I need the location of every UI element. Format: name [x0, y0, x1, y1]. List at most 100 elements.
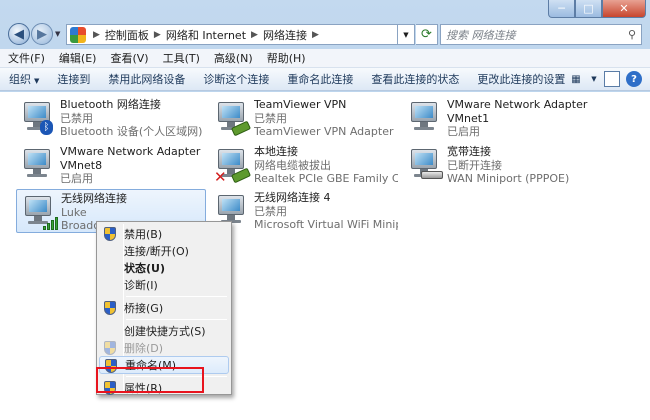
menu-bar: 文件(F) 编辑(E) 查看(V) 工具(T) 高级(N) 帮助(H)	[0, 49, 650, 68]
menu-item-diagnose[interactable]: 诊断(I)	[99, 276, 229, 294]
menu-item-connect-disconnect[interactable]: 连接/断开(O)	[99, 242, 229, 260]
diagnose-button[interactable]: 诊断这个连接	[194, 71, 278, 87]
breadcrumb-separator-icon[interactable]: ▶	[93, 30, 100, 40]
organize-label: 组织	[9, 73, 31, 86]
maximize-button[interactable]: □	[575, 0, 602, 18]
menu-item-label: 桥接(G)	[124, 302, 164, 315]
view-dropdown-icon[interactable]: ▼	[590, 71, 598, 87]
rename-connection-button[interactable]: 重命名此连接	[278, 71, 362, 87]
view-options-icon[interactable]: ▦	[568, 71, 584, 87]
menu-tools[interactable]: 工具(T)	[163, 50, 200, 66]
refresh-button[interactable]: ⟳	[416, 24, 438, 45]
menu-item-label: 删除(D)	[124, 342, 164, 355]
command-bar: 组织 ▼ 连接到 禁用此网络设备 诊断这个连接 重命名此连接 查看此连接的状态 更…	[0, 68, 650, 91]
connection-device: TeamViewer VPN Adapter	[254, 125, 394, 138]
connect-to-button[interactable]: 连接到	[48, 71, 99, 87]
menu-item-label: 状态(U)	[124, 262, 165, 275]
connection-status: 已禁用	[254, 111, 287, 125]
breadcrumb-network-connections[interactable]: 网络连接	[263, 27, 307, 43]
view-status-button[interactable]: 查看此连接的状态	[362, 71, 468, 87]
connection-status: 已禁用	[254, 204, 287, 218]
preview-pane-icon[interactable]	[604, 71, 620, 87]
connection-local[interactable]: ✕ 本地连接网络电缆被拔出Realtek PCIe GBE Family Con…	[210, 143, 400, 187]
search-icon[interactable]: ⚲	[628, 28, 636, 41]
connection-status: VMnet1	[447, 111, 490, 125]
connection-name: 本地连接	[254, 145, 298, 158]
menu-item-bridge[interactable]: 桥接(G)	[99, 299, 229, 317]
menu-help[interactable]: 帮助(H)	[267, 50, 306, 66]
connection-status: VMnet8	[60, 158, 103, 172]
menu-file[interactable]: 文件(F)	[8, 50, 45, 66]
breadcrumb-separator-icon[interactable]: ▶	[154, 30, 161, 40]
connection-device: WAN Miniport (PPPOE)	[447, 172, 570, 185]
menu-separator	[126, 296, 227, 297]
menu-separator	[126, 319, 227, 320]
control-panel-icon	[70, 26, 86, 43]
chevron-down-icon: ▼	[34, 77, 40, 85]
connection-device: Bluetooth 设备(个人区域网)	[60, 125, 203, 138]
connection-name: VMware Network Adapter	[60, 145, 201, 158]
connection-broadband[interactable]: 宽带连接 已断开连接 WAN Miniport (PPPOE)	[403, 143, 593, 187]
connection-bluetooth[interactable]: ᛒ Bluetooth 网络连接 已禁用 Bluetooth 设备(个人区域网)	[16, 96, 206, 140]
address-bar[interactable]: ▶ 控制面板 ▶ 网络和 Internet ▶ 网络连接 ▶	[66, 24, 398, 45]
wired-network-icon	[214, 100, 252, 137]
breadcrumb-network-internet[interactable]: 网络和 Internet	[166, 27, 246, 43]
connection-status: Luke	[61, 205, 87, 219]
connection-name: Bluetooth 网络连接	[60, 98, 161, 111]
window-controls: ─ □ ✕	[548, 0, 646, 19]
connection-status: 网络电缆被拔出	[254, 158, 331, 172]
connection-vmnet1[interactable]: VMware Network Adapter VMnet1 已启用	[403, 96, 593, 140]
connection-name: 无线网络连接 4	[254, 191, 331, 204]
menu-advanced[interactable]: 高级(N)	[214, 50, 253, 66]
menu-item-label: 创建快捷方式(S)	[124, 325, 206, 338]
connection-name: TeamViewer VPN	[254, 98, 347, 111]
connection-device: Realtek PCIe GBE Family Contr...	[254, 172, 398, 185]
menu-item-delete: 删除(D)	[99, 339, 229, 357]
connection-teamviewer[interactable]: TeamViewer VPN 已禁用 TeamViewer VPN Adapter	[210, 96, 400, 140]
search-input[interactable]: 搜索 网络连接 ⚲	[440, 24, 642, 45]
back-button[interactable]: ◀	[8, 23, 30, 45]
back-arrow-icon: ◀	[14, 26, 24, 42]
connection-status: 已断开连接	[447, 158, 502, 172]
view-controls: ▦ ▼ ?	[562, 71, 642, 87]
search-placeholder: 搜索 网络连接	[446, 28, 516, 42]
window-frame: ─ □ ✕ ◀ ▶ ▼ ▶ 控制面板 ▶ 网络和 Internet ▶ 网络连接…	[0, 0, 650, 420]
menu-item-disable[interactable]: 禁用(B)	[99, 225, 229, 243]
change-settings-button[interactable]: 更改此连接的设置	[468, 71, 574, 87]
uac-shield-icon	[104, 227, 116, 241]
menu-item-label: 连接/断开(O)	[124, 245, 189, 258]
connection-device: 已启用	[447, 125, 480, 138]
connection-status: 已禁用	[60, 111, 93, 125]
connection-device: Microsoft Virtual WiFi Minipor...	[254, 218, 398, 231]
menu-edit[interactable]: 编辑(E)	[59, 50, 97, 66]
forward-arrow-icon: ▶	[37, 26, 47, 42]
refresh-icon: ⟳	[421, 27, 432, 42]
menu-item-create-shortcut[interactable]: 创建快捷方式(S)	[99, 322, 229, 340]
close-button[interactable]: ✕	[602, 0, 646, 18]
address-history-dropdown[interactable]: ▼	[398, 24, 415, 45]
menu-view[interactable]: 查看(V)	[110, 50, 148, 66]
highlight-annotation-box	[96, 367, 204, 393]
connection-name: 宽带连接	[447, 145, 491, 158]
connection-name: 无线网络连接	[61, 192, 127, 205]
broadband-modem-icon	[407, 147, 443, 183]
forward-button[interactable]: ▶	[31, 23, 53, 45]
recent-pages-dropdown[interactable]: ▼	[55, 30, 60, 38]
menu-item-status[interactable]: 状态(U)	[99, 259, 229, 277]
breadcrumb-separator-icon[interactable]: ▶	[251, 30, 258, 40]
minimize-button[interactable]: ─	[548, 0, 575, 18]
connection-name: VMware Network Adapter	[447, 98, 588, 111]
connection-vmnet8[interactable]: VMware Network Adapter VMnet8 已启用	[16, 143, 206, 187]
wireless-signal-icon	[21, 194, 58, 230]
uac-shield-icon	[104, 301, 116, 315]
navigation-bar: ◀ ▶ ▼ ▶ 控制面板 ▶ 网络和 Internet ▶ 网络连接 ▶ ▼ ⟳…	[0, 20, 650, 48]
connection-wireless-4[interactable]: 无线网络连接 4已禁用Microsoft Virtual WiFi Minipo…	[210, 189, 400, 233]
breadcrumb-separator-icon[interactable]: ▶	[312, 30, 319, 40]
help-icon[interactable]: ?	[626, 71, 642, 87]
menu-item-label: 诊断(I)	[124, 279, 158, 292]
uac-shield-icon	[104, 341, 116, 355]
monitor-network-icon	[407, 100, 443, 136]
organize-button[interactable]: 组织 ▼	[0, 71, 48, 87]
disable-device-button[interactable]: 禁用此网络设备	[99, 71, 194, 87]
breadcrumb-control-panel[interactable]: 控制面板	[105, 27, 149, 43]
